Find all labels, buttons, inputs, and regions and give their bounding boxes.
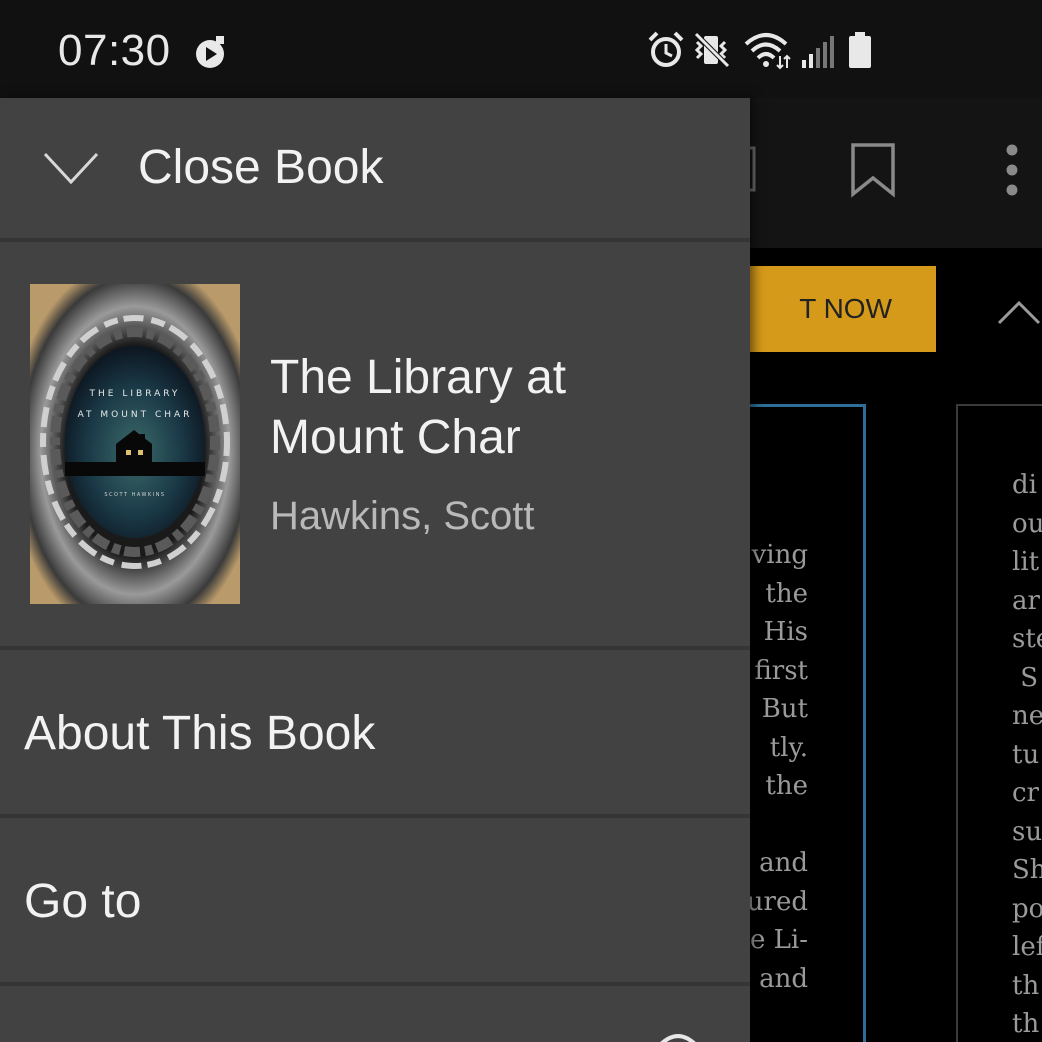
right-page-text-line: ou <box>1012 508 1042 539</box>
cover-title-line2: AT MOUNT CHAR <box>78 410 193 420</box>
left-page-text-line: first <box>754 655 808 686</box>
left-page-text-line <box>747 806 808 845</box>
book-cover-image: THE LIBRARY AT MOUNT CHAR SCOTT HAWKINS <box>30 284 240 604</box>
right-page-text-line: ar <box>1012 585 1040 616</box>
right-page-text-line: tu <box>1012 739 1040 770</box>
right-page-text-line: lit <box>1012 547 1040 577</box>
menu-item-next[interactable] <box>0 986 750 1042</box>
chevron-down-icon[interactable] <box>42 150 100 191</box>
book-author: Hawkins, Scott <box>270 494 535 538</box>
right-page-text-line: S <box>1012 662 1039 693</box>
left-page-text-line: ving <box>751 540 808 570</box>
more-options-icon[interactable] <box>1002 142 1022 203</box>
close-book-label[interactable]: Close Book <box>138 140 383 195</box>
menu-item-label[interactable]: Go to <box>24 874 141 929</box>
page-text-left: ving the His first But tly. the and ured e Li-an… <box>747 536 808 998</box>
right-page-text-line: su <box>1012 816 1042 847</box>
wifi-icon <box>744 30 792 75</box>
close-book-row[interactable]: Close Book <box>0 98 750 238</box>
status-time: 07:30 <box>58 26 171 75</box>
alarm-icon <box>646 30 686 75</box>
menu-item-go-to[interactable]: Go to <box>0 818 750 982</box>
left-page-text-line: e Li- <box>749 925 808 955</box>
book-menu-drawer: Close Book THE LIBRARY AT MOUNT CHAR SCO… <box>0 98 750 1042</box>
left-page-text-line: the <box>765 578 808 609</box>
right-page-text-line: th <box>1012 1009 1040 1039</box>
right-page-text-line: lef <box>1012 932 1042 962</box>
right-page-text-line: cr <box>1012 778 1039 808</box>
menu-item-about-this-book[interactable]: About This Book <box>0 650 750 814</box>
cover-author: SCOTT HAWKINS <box>104 492 165 498</box>
right-page-text-line: Sh <box>1012 855 1042 885</box>
battery-icon <box>846 30 874 75</box>
right-page-text-line: th <box>1012 970 1040 1001</box>
left-page-text-line: His <box>763 617 808 647</box>
status-bar: 07:30 <box>0 0 1042 98</box>
cover-title-line1: THE LIBRARY <box>89 389 181 399</box>
right-page-text-line: ste <box>1012 624 1042 654</box>
chevron-up-icon[interactable] <box>996 298 1042 331</box>
menu-item-label[interactable]: About This Book <box>24 706 375 761</box>
signal-icon <box>800 30 834 75</box>
page-text-right: di ou lit ar ste Sne tu cr su Sh po lef th th <box>1012 466 1042 1042</box>
right-page-text-line: po <box>1012 893 1042 924</box>
left-page-text-line: the <box>765 771 808 801</box>
vibrate-icon <box>692 30 732 75</box>
left-page-text-line: tly. <box>769 732 808 763</box>
right-page-text-line: di <box>1012 470 1037 500</box>
left-page-text-line: and <box>759 963 808 994</box>
bookmark-icon[interactable] <box>850 142 896 203</box>
book-title: The Library at Mount Char <box>270 351 567 464</box>
right-page-text-line: ne <box>1012 701 1042 731</box>
left-page-text-line: and <box>759 848 808 878</box>
left-page-text-line: ured <box>746 886 808 917</box>
menu-item-icon <box>656 1032 700 1042</box>
left-page-text-line: But <box>761 694 808 724</box>
book-info-row[interactable]: THE LIBRARY AT MOUNT CHAR SCOTT HAWKINS … <box>0 242 750 646</box>
media-playing-icon <box>192 36 228 77</box>
